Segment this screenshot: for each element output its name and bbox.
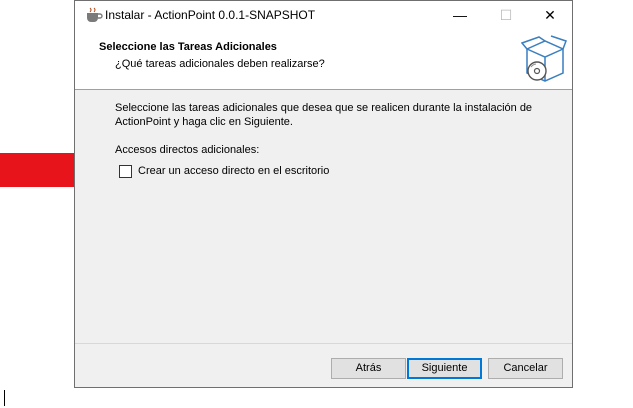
setup-box-disc-icon bbox=[521, 35, 567, 82]
installer-window: Instalar - ActionPoint 0.0.1-SNAPSHOT — … bbox=[74, 0, 573, 388]
desktop-shortcut-label[interactable]: Crear un acceso directo en el escritorio bbox=[138, 165, 329, 177]
java-cup-icon bbox=[87, 7, 103, 22]
footer-divider bbox=[75, 343, 572, 344]
window-title: Instalar - ActionPoint 0.0.1-SNAPSHOT bbox=[105, 8, 316, 22]
close-button[interactable]: ✕ bbox=[527, 1, 573, 31]
text-cursor bbox=[4, 390, 5, 406]
description-text: Seleccione las tareas adicionales que de… bbox=[115, 102, 533, 128]
desktop-shortcut-checkbox[interactable] bbox=[119, 165, 132, 178]
wizard-header: Seleccione las Tareas Adicionales ¿Qué t… bbox=[75, 31, 572, 90]
minimize-button[interactable]: — bbox=[437, 1, 483, 31]
cancel-button[interactable]: Cancelar bbox=[488, 358, 563, 379]
page-title: Seleccione las Tareas Adicionales bbox=[99, 41, 277, 53]
next-button[interactable]: Siguiente bbox=[407, 358, 482, 379]
maximize-button[interactable]: ☐ bbox=[483, 1, 529, 31]
page-subtitle: ¿Qué tareas adicionales deben realizarse… bbox=[115, 58, 325, 70]
shortcuts-group-label: Accesos directos adicionales: bbox=[115, 144, 260, 156]
title-bar[interactable]: Instalar - ActionPoint 0.0.1-SNAPSHOT — … bbox=[75, 1, 572, 31]
back-button[interactable]: Atrás bbox=[331, 358, 406, 379]
